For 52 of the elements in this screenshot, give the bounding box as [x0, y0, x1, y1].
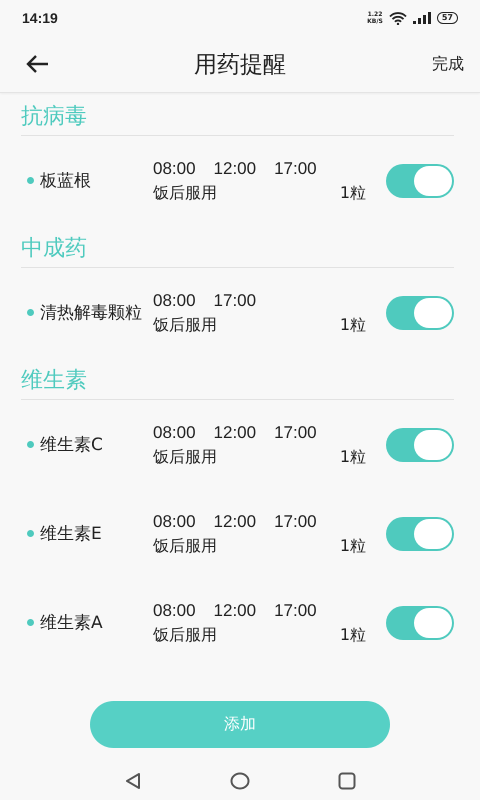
- dose-amount: 1粒: [340, 314, 366, 336]
- status-time: 14:19: [22, 10, 58, 26]
- reminder-time: 08:00: [153, 600, 196, 622]
- usage-note: 饭后服用: [153, 624, 217, 646]
- bullet-dot: [27, 177, 34, 184]
- dose-amount: 1粒: [340, 534, 366, 556]
- reminder-time: 12:00: [214, 158, 256, 180]
- section-title: 中成药: [21, 231, 454, 268]
- reminder-toggle[interactable]: [386, 606, 454, 640]
- home-nav-icon[interactable]: [230, 772, 250, 790]
- reminder-time: 12:00: [214, 510, 256, 532]
- medicine-name: 清热解毒颗粒: [40, 302, 143, 324]
- usage-note: 饭后服用: [153, 314, 217, 336]
- reminder-time: 08:00: [153, 290, 196, 312]
- bullet-dot: [27, 309, 34, 316]
- medicine-name: 维生素C: [40, 434, 104, 456]
- dose-amount: 1粒: [340, 624, 366, 646]
- reminder-time: 08:00: [153, 422, 196, 444]
- usage-note: 饭后服用: [153, 182, 217, 204]
- reminder-toggle[interactable]: [386, 516, 454, 550]
- reminder-time: 08:00: [153, 158, 196, 180]
- reminder-time: 17:00: [274, 422, 317, 444]
- recents-nav-icon[interactable]: [338, 772, 356, 790]
- battery-indicator: 57: [436, 12, 458, 24]
- reminder-time: 17:00: [274, 158, 317, 180]
- reminder-time: 12:00: [214, 600, 256, 622]
- medicine-name: 板蓝根: [40, 170, 92, 192]
- bullet-dot: [27, 441, 34, 448]
- signal-icon: [412, 12, 431, 24]
- usage-note: 饭后服用: [153, 534, 217, 556]
- reminder-time: 12:00: [214, 422, 256, 444]
- done-button[interactable]: 完成: [432, 54, 464, 74]
- section-title: 维生素: [21, 363, 454, 400]
- usage-note: 饭后服用: [153, 446, 217, 468]
- reminder-toggle[interactable]: [386, 296, 454, 330]
- reminder-toggle[interactable]: [386, 428, 454, 462]
- section-title: 抗病毒: [21, 99, 454, 136]
- dose-amount: 1粒: [340, 446, 366, 468]
- medicine-name: 维生素A: [40, 612, 104, 634]
- back-nav-icon[interactable]: [124, 772, 142, 790]
- reminder-time: 17:00: [214, 290, 256, 312]
- reminder-time: 08:00: [153, 510, 196, 532]
- back-arrow-icon[interactable]: [25, 54, 49, 74]
- reminder-time: 17:00: [274, 510, 317, 532]
- medicine-name: 维生素E: [40, 522, 103, 546]
- bullet-dot: [27, 530, 34, 537]
- reminder-time: 17:00: [274, 600, 317, 622]
- dose-amount: 1粒: [340, 182, 366, 204]
- page-title: 用药提醒: [194, 50, 286, 80]
- reminder-toggle[interactable]: [386, 164, 454, 198]
- bullet-dot: [27, 619, 34, 626]
- wifi-icon: [388, 12, 407, 24]
